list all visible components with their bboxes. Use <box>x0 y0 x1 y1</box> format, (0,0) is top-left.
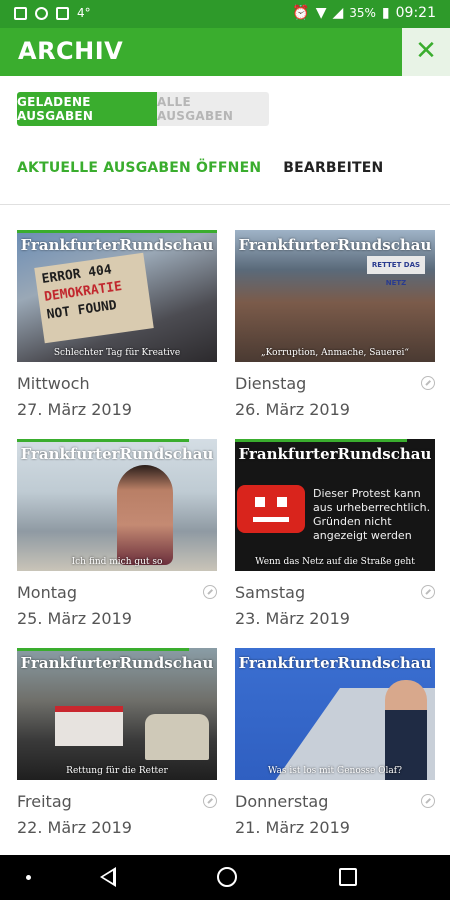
issue-date: 25. März 2019 <box>17 609 132 628</box>
brand-logo: FrankfurterRundschau <box>20 236 214 254</box>
battery-level: 35% <box>349 6 376 20</box>
edit-button[interactable]: BEARBEITEN <box>283 160 383 176</box>
block-icon <box>35 6 48 20</box>
download-progress <box>17 230 217 233</box>
issue-date: 21. März 2019 <box>235 818 350 837</box>
issue-date: 22. März 2019 <box>17 818 132 837</box>
download-progress <box>17 648 189 651</box>
page-title: ARCHIV <box>18 37 124 65</box>
downloaded-check-icon[interactable] <box>421 376 435 390</box>
system-icons: ⏰ ▼ ◢ 35% ▮ 09:21 <box>292 5 436 21</box>
cover-photo-car <box>145 714 209 760</box>
divider <box>0 204 450 205</box>
issue-day: Samstag <box>235 583 306 602</box>
action-bar: AKTUELLE AUSGABEN ÖFFNEN BEARBEITEN <box>17 160 383 176</box>
cover-headline: Ich find mich gut so <box>71 557 163 567</box>
cover-headline: Wenn das Netz auf die Straße geht <box>255 557 415 567</box>
issue-day: Dienstag <box>235 374 307 393</box>
notification-icons: 4° <box>14 6 91 20</box>
cover-headline: Was ist los mit Genosse Olaf? <box>268 766 402 776</box>
signal-icon: ◢ <box>332 5 344 21</box>
issue-cover[interactable]: RETTET DAS NETZ FrankfurterRundschau „Ko… <box>235 230 435 362</box>
issue-day: Freitag <box>17 792 72 811</box>
nav-dot-icon <box>26 875 31 880</box>
cover-headline: Schlechter Tag für Kreative <box>53 348 181 358</box>
protest-sign: ERROR 404 DEMOKRATIE NOT FOUND <box>34 252 154 344</box>
cover-headline: Rettung für die Retter <box>66 766 168 776</box>
close-button[interactable]: ✕ <box>402 28 450 76</box>
image-icon <box>56 6 69 20</box>
downloaded-check-icon[interactable] <box>421 794 435 808</box>
weather-temp: 4° <box>77 6 91 20</box>
downloaded-check-icon[interactable] <box>203 585 217 599</box>
download-progress <box>17 439 189 442</box>
home-icon[interactable] <box>217 867 237 887</box>
issue-filter-toggle: GELADENE AUSGABEN ALLE AUSGABEN <box>17 92 269 126</box>
brand-logo: FrankfurterRundschau <box>20 445 214 463</box>
open-current-issues-button[interactable]: AKTUELLE AUSGABEN ÖFFNEN <box>17 160 261 176</box>
brand-logo: FrankfurterRundschau <box>238 654 432 672</box>
brand-logo: FrankfurterRundschau <box>20 654 214 672</box>
brand-logo: FrankfurterRundschau <box>238 236 432 254</box>
chalkboard-text: Dieser Protest kann aus urheberrechtlich… <box>313 487 431 542</box>
issue-cover[interactable]: Dieser Protest kann aus urheberrechtlich… <box>235 439 435 571</box>
download-progress <box>235 439 407 442</box>
status-bar: 4° ⏰ ▼ ◢ 35% ▮ 09:21 <box>0 0 450 28</box>
cover-headline: „Korruption, Anmache, Sauerei“ <box>261 348 409 358</box>
brand-logo: FrankfurterRundschau <box>238 445 432 463</box>
downloaded-check-icon[interactable] <box>421 585 435 599</box>
sad-face-icon <box>237 485 305 533</box>
issue-date: 23. März 2019 <box>235 609 350 628</box>
issue-date: 26. März 2019 <box>235 400 350 419</box>
image-icon <box>14 6 27 20</box>
issue-cover[interactable]: FrankfurterRundschau Rettung für die Ret… <box>17 648 217 780</box>
issue-cover[interactable]: ERROR 404 DEMOKRATIE NOT FOUND Frankfurt… <box>17 230 217 362</box>
cover-photo-ambulance <box>55 706 123 746</box>
clock: 09:21 <box>395 5 436 21</box>
wifi-icon: ▼ <box>315 5 327 21</box>
issue-day: Montag <box>17 583 77 602</box>
all-issues-tab[interactable]: ALLE AUSGABEN <box>157 92 269 126</box>
cover-photo-person <box>385 680 427 780</box>
back-icon[interactable] <box>100 867 116 887</box>
issue-date: 27. März 2019 <box>17 400 132 419</box>
issue-cover[interactable]: FrankfurterRundschau Ich find mich gut s… <box>17 439 217 571</box>
alarm-icon: ⏰ <box>292 5 310 21</box>
close-icon: ✕ <box>415 36 437 66</box>
app-bar: ARCHIV ✕ <box>0 28 450 76</box>
system-nav-bar <box>0 855 450 900</box>
issue-day: Mittwoch <box>17 374 90 393</box>
recent-apps-icon[interactable] <box>339 868 357 886</box>
cover-photo-figure <box>117 465 173 565</box>
downloaded-check-icon[interactable] <box>203 794 217 808</box>
issue-cover[interactable]: FrankfurterRundschau Was ist los mit Gen… <box>235 648 435 780</box>
loaded-issues-tab[interactable]: GELADENE AUSGABEN <box>17 92 157 126</box>
issue-day: Donnerstag <box>235 792 329 811</box>
battery-icon: ▮ <box>381 5 390 21</box>
protest-banner: RETTET DAS NETZ <box>367 256 425 287</box>
